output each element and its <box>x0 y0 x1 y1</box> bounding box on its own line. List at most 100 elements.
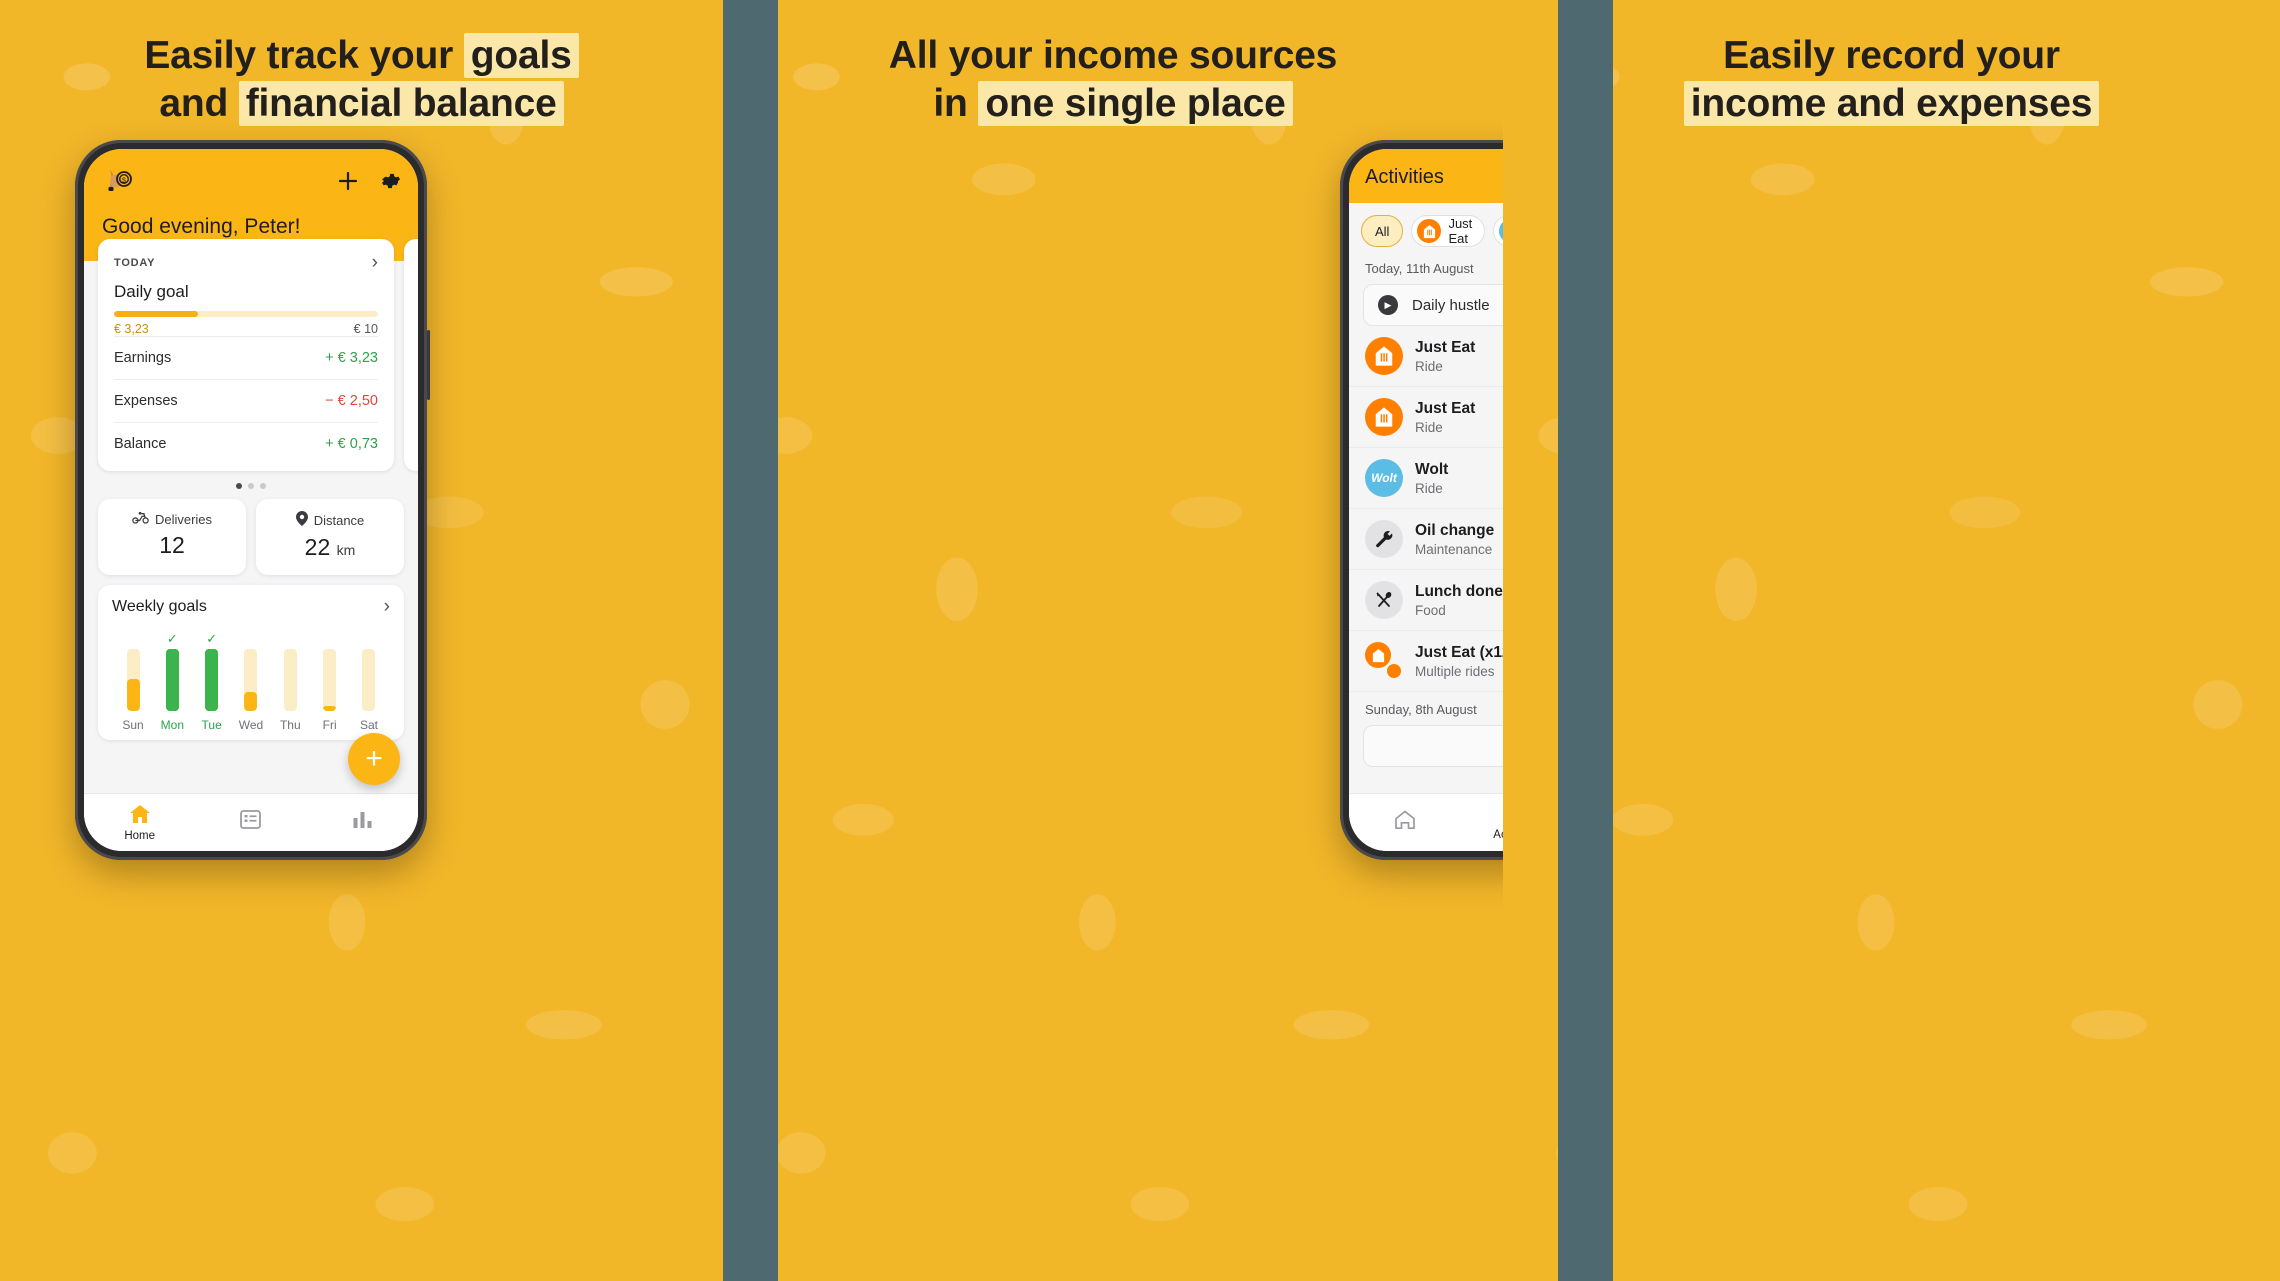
weekly-goals-chart: Sun ✓ Mon ✓ Tue Wed Thu Fri Sat <box>112 632 390 732</box>
daily-hustle-label: Daily hustle <box>1412 296 1490 314</box>
filter-chip-just-eat[interactable]: Just Eat <box>1411 215 1486 247</box>
daily-goal-target: € 10 <box>353 322 378 336</box>
activity-row[interactable]: Just Eat (x12)Multiple rides+ € 82,40 <box>1349 631 1503 692</box>
activity-category: Food <box>1415 602 1446 618</box>
nav-item-activities[interactable]: Activities <box>1460 804 1503 841</box>
filter-chip-all[interactable]: All <box>1361 215 1404 247</box>
weekly-bar-column: Fri <box>313 632 347 732</box>
today-summary-card[interactable]: TODAY › Daily goal € 3,23 € 10 Earnings <box>98 239 394 471</box>
weekly-goals-title: Weekly goals <box>112 597 207 615</box>
goal-complete-check-icon <box>116 632 150 647</box>
weekly-bar-column: Sat <box>352 632 386 732</box>
goal-complete-check-icon <box>352 632 386 647</box>
stats-row: Deliveries 12 Distance 22 km <box>84 499 418 575</box>
platform-filter-chips: All Just Eat Wolt Wolt <box>1349 203 1503 257</box>
activity-name: Oil change <box>1415 521 1495 539</box>
pager-dot[interactable] <box>236 483 242 489</box>
chevron-right-icon[interactable]: › <box>372 253 378 272</box>
plus-icon[interactable] <box>336 169 360 193</box>
panel-1-headline: Easily track your goals and financial ba… <box>0 0 723 127</box>
weekly-goals-card[interactable]: Weekly goals › Sun ✓ Mon ✓ Tue Wed Thu Fri Sat <box>98 585 404 740</box>
list-icon <box>195 810 306 832</box>
headline-highlight: financial balance <box>238 80 564 126</box>
wolt-logo: Wolt <box>1499 219 1503 243</box>
row-label: Earnings <box>114 350 172 366</box>
chip-label: Just Eat <box>1448 216 1473 246</box>
stacked-just-eat-logo <box>1365 642 1403 680</box>
weekly-bar-label: Mon <box>160 718 184 732</box>
wolt-logo: Wolt <box>1365 459 1403 497</box>
nav-label: Home <box>124 829 155 842</box>
today-card-eyebrow: TODAY <box>114 256 156 269</box>
pager-dot[interactable] <box>248 483 254 489</box>
daily-hustle-row[interactable]: ▶ Daily hustle 48km 2h12 › <box>1363 284 1503 326</box>
filter-chip-wolt[interactable]: Wolt Wolt <box>1493 215 1503 247</box>
weekly-bar <box>323 649 337 711</box>
goal-complete-check-icon: ✓ <box>166 631 178 646</box>
weekly-bar-column: ✓ Mon <box>155 632 189 732</box>
section-date-header: Today, 11th August <box>1365 261 1474 276</box>
weekly-bar-column: Sun <box>116 632 150 732</box>
nav-item-statistics[interactable] <box>307 810 418 835</box>
activity-list: Just EatRide+ €7,4012:30Just EatRide+ €6… <box>1349 326 1503 692</box>
goal-complete-check-icon <box>313 632 347 647</box>
svg-text:$: $ <box>122 177 126 184</box>
weekly-bar-column: ✓ Tue <box>195 632 229 732</box>
headline-highlight: income and expenses <box>1683 80 2100 126</box>
home-icon <box>84 804 195 827</box>
summary-row-earnings: Earnings + € 3,23 <box>114 336 378 379</box>
just-eat-logo <box>1417 219 1442 243</box>
daily-goal-current: € 3,23 <box>114 322 149 336</box>
home-header-actions <box>336 169 402 193</box>
headline-text: All your income sources <box>888 34 1338 77</box>
chevron-right-icon[interactable]: › <box>384 597 390 616</box>
panel-2-headline: All your income sources in one single pl… <box>723 0 1503 127</box>
panel-divider <box>1558 0 1613 1281</box>
weekly-bar-label: Tue <box>201 718 222 732</box>
activity-row[interactable]: Just EatRide+ €6,0011:22 <box>1349 387 1503 448</box>
activity-category: Ride <box>1415 480 1443 496</box>
stat-label-wrap: Distance <box>256 511 404 529</box>
goal-complete-check-icon <box>234 632 268 647</box>
activity-category: Ride <box>1415 419 1443 435</box>
headline-text: Easily track your <box>144 34 464 77</box>
weekly-bar <box>244 649 258 711</box>
phone-mockup-home: $ Good evening, Peter! TODAY › Daily goa… <box>75 140 430 860</box>
nav-item-home[interactable]: Home <box>84 804 195 842</box>
next-hustle-row-partial[interactable] <box>1363 725 1503 767</box>
add-fab-button[interactable]: + <box>348 733 400 785</box>
phone-screen-activities: Activities All Just Eat Today, 11th Augu… <box>1349 149 1503 851</box>
next-section-date-header: Sunday, 8th August <box>1365 702 1477 717</box>
activity-name: Lunch doner <box>1415 582 1503 600</box>
bottom-navigation: Home <box>84 793 418 851</box>
stat-label: Distance <box>313 512 365 528</box>
promo-panel-2: All your income sources in one single pl… <box>723 0 1503 1281</box>
weekly-bar-label: Wed <box>238 718 264 732</box>
summary-row-balance: Balance + € 0,73 <box>114 422 378 465</box>
headline-text: and <box>159 81 239 125</box>
gear-icon[interactable] <box>378 169 402 193</box>
summary-card-carousel[interactable]: TODAY › Daily goal € 3,23 € 10 Earnings <box>84 239 418 471</box>
stat-label: Deliveries <box>154 511 213 527</box>
chip-label: All <box>1375 223 1390 239</box>
activities-header: Activities <box>1349 149 1503 203</box>
nav-item-activities[interactable] <box>195 810 306 835</box>
activity-row[interactable]: WoltWoltRide+ €8,5007:33 <box>1349 448 1503 509</box>
pager-dot[interactable] <box>260 483 266 489</box>
weekly-bar-label: Sun <box>122 718 144 732</box>
chart-icon <box>307 810 418 832</box>
activity-row[interactable]: Oil changeMaintenance− €130,0007:20 <box>1349 509 1503 570</box>
stat-card-distance[interactable]: Distance 22 km <box>256 499 404 575</box>
activity-row[interactable]: Lunch donerFood− €8,0007:10 <box>1349 570 1503 631</box>
nav-item-home[interactable] <box>1349 809 1460 836</box>
location-pin-icon <box>295 511 308 529</box>
activity-row[interactable]: Just EatRide+ €7,4012:30 <box>1349 326 1503 387</box>
headline-highlight: one single place <box>978 80 1293 126</box>
stat-card-deliveries[interactable]: Deliveries 12 <box>98 499 246 575</box>
activity-text: Just Eat (x12) Multiple rides <box>1415 644 1503 679</box>
hand-coin-logo: $ <box>102 163 136 197</box>
next-summary-card[interactable]: TH W € E E B <box>404 239 418 471</box>
carousel-pager[interactable] <box>84 483 418 489</box>
play-icon[interactable]: ▶ <box>1378 295 1398 315</box>
row-value: − € 2,50 <box>325 393 378 409</box>
